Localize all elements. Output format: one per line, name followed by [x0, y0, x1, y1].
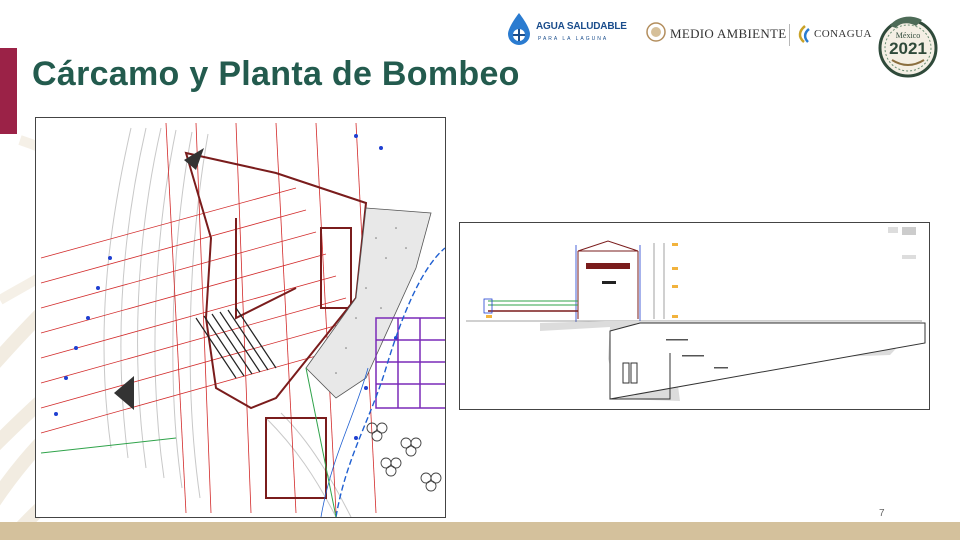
engineering-plan-drawing-icon [36, 118, 445, 517]
page-number: 7 [879, 508, 885, 519]
engineering-section-drawing-icon [460, 223, 929, 409]
footer-band [0, 522, 960, 540]
government-logos: MEDIO AMBIENTE CONAGUA [646, 20, 878, 52]
water-drop-icon [508, 13, 530, 45]
section-view-drawing [459, 222, 930, 410]
medio-ambiente-title: MEDIO AMBIENTE [670, 26, 787, 41]
mexico-2021-emblem: México 2021 [878, 16, 938, 78]
national-seal-icon [646, 22, 666, 42]
plan-view-drawing [35, 117, 446, 518]
agua-saludable-title: AGUA SALUDABLE [536, 21, 627, 32]
conagua-title: CONAGUA [814, 28, 872, 40]
logo-divider [789, 24, 790, 46]
conagua-icon [798, 25, 810, 43]
slide-title: Cárcamo y Planta de Bombeo [32, 55, 520, 93]
title-accent-bar [0, 48, 17, 134]
emblem-year: 2021 [889, 39, 927, 58]
agua-saludable-logo: AGUA SALUDABLE PARA LA LAGUNA [506, 10, 627, 50]
agua-saludable-subtitle: PARA LA LAGUNA [538, 36, 609, 42]
